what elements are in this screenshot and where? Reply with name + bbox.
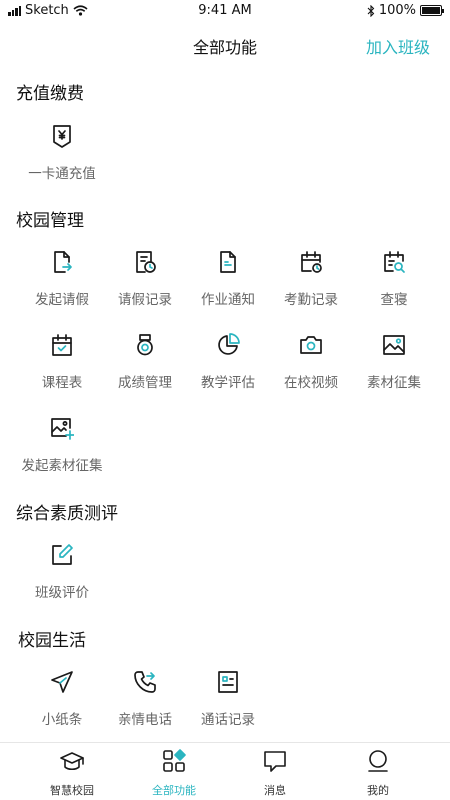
tab-profile[interactable]: 我的 xyxy=(333,749,423,799)
grid-item-class-evaluation[interactable]: 班级评价 xyxy=(17,543,107,613)
status-bar: Sketch 9:41 AM 100% xyxy=(0,0,450,22)
grid-item-card-recharge[interactable]: 一卡通充值 xyxy=(17,124,107,194)
homework-icon xyxy=(220,251,236,273)
section-title-quality-assessment: 综合素质测评 xyxy=(16,504,118,524)
tab-bar: 智慧校园 全部功能 消息 我的 xyxy=(0,742,450,800)
status-right: 100% xyxy=(367,3,444,18)
profile-icon xyxy=(368,750,388,772)
grid-item-note[interactable]: 小纸条 xyxy=(17,670,107,740)
section-title-campus-life: 校园生活 xyxy=(18,631,86,651)
nav-bar: 全部功能 加入班级 xyxy=(0,22,450,66)
grid-item-material-collection[interactable]: 素材征集 xyxy=(349,333,439,403)
tab-label: 全部功能 xyxy=(152,784,196,797)
bluetooth-icon xyxy=(367,4,375,17)
grid-item-label: 一卡通充值 xyxy=(28,166,96,182)
dorm-check-icon xyxy=(384,251,405,273)
send-icon xyxy=(51,671,73,693)
leave-record-icon xyxy=(136,251,156,273)
camera-icon xyxy=(300,336,322,354)
add-image-icon xyxy=(51,418,74,440)
grid-item-start-material-collection[interactable]: 发起素材征集 xyxy=(17,416,107,486)
section-title-campus-management: 校园管理 xyxy=(16,211,84,231)
grid-item-label: 班级评价 xyxy=(35,585,89,601)
grades-icon xyxy=(137,334,153,356)
grid-item-schedule[interactable]: 课程表 xyxy=(17,333,107,403)
join-class-button[interactable]: 加入班级 xyxy=(366,34,430,58)
leave-request-icon xyxy=(54,251,72,273)
grid-item-evaluation[interactable]: 教学评估 xyxy=(183,333,273,403)
call-log-icon xyxy=(218,671,238,693)
tab-messages[interactable]: 消息 xyxy=(230,749,320,799)
phone-forward-icon xyxy=(134,671,156,693)
tab-label: 智慧校园 xyxy=(50,784,94,797)
grid-item-homework[interactable]: 作业通知 xyxy=(183,250,273,320)
grid-item-dorm-check[interactable]: 查寝 xyxy=(349,250,439,320)
grid-item-grades[interactable]: 成绩管理 xyxy=(100,333,190,403)
message-icon xyxy=(264,751,286,772)
apps-icon xyxy=(163,749,186,772)
battery-icon xyxy=(420,5,444,16)
grid-item-leave-record[interactable]: 请假记录 xyxy=(100,250,190,320)
edit-icon xyxy=(52,544,73,565)
attendance-icon xyxy=(301,251,322,273)
grid-item-label: 发起素材征集 xyxy=(21,458,103,474)
grid-item-campus-video[interactable]: 在校视频 xyxy=(266,333,356,403)
graduation-cap-icon xyxy=(60,752,84,771)
grid-item-attendance[interactable]: 考勤记录 xyxy=(266,250,356,320)
battery-percent: 100% xyxy=(378,3,416,18)
grid-item-leave-request[interactable]: 发起请假 xyxy=(17,250,107,320)
grid-item-call-log[interactable]: 通话记录 xyxy=(183,670,273,740)
grid-item-family-phone[interactable]: 亲情电话 xyxy=(100,670,190,740)
grid-item-label: 素材征集 xyxy=(367,375,421,391)
tab-label: 消息 xyxy=(264,784,286,797)
tab-label: 我的 xyxy=(367,784,389,797)
tab-all-functions[interactable]: 全部功能 xyxy=(129,749,219,799)
grid-item-label: 通话记录 xyxy=(201,712,255,728)
evaluation-pie-icon xyxy=(218,333,240,355)
card-recharge-icon xyxy=(53,125,71,148)
tab-smart-campus[interactable]: 智慧校园 xyxy=(27,749,117,799)
grid-item-label: 查寝 xyxy=(380,292,408,308)
image-icon xyxy=(383,335,405,355)
section-title-recharge: 充值缴费 xyxy=(16,84,84,104)
schedule-icon xyxy=(52,334,72,356)
